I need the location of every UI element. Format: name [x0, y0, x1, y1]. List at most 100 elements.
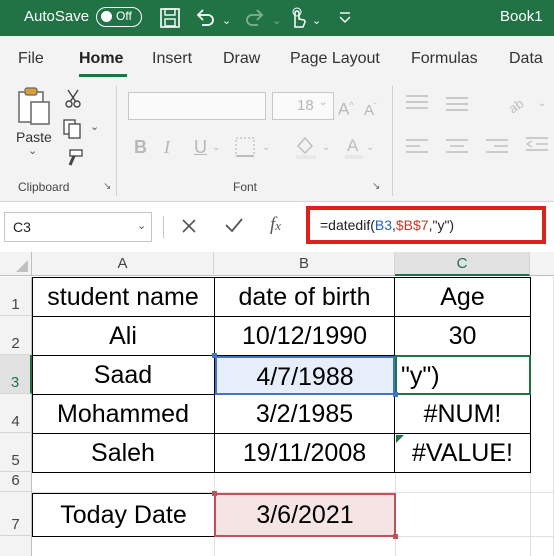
cell-b7[interactable]: 3/6/2021 — [214, 493, 396, 537]
font-color-dropdown-icon[interactable]: ⌄ — [366, 142, 374, 153]
tab-page-layout[interactable]: Page Layout — [290, 50, 380, 68]
underline-button[interactable]: U — [194, 136, 207, 158]
paste-label: Paste — [16, 129, 52, 145]
cell-a2[interactable]: Ali — [32, 317, 215, 356]
tab-draw[interactable]: Draw — [223, 50, 260, 68]
decrease-indent-icon[interactable] — [524, 136, 550, 158]
column-header-c[interactable]: C — [395, 252, 530, 276]
decrease-font-icon[interactable]: Aˇ — [364, 96, 377, 122]
row-header-3[interactable]: 3 — [0, 355, 32, 394]
paste-button[interactable]: Paste ⌄ — [12, 84, 56, 164]
cell-c4[interactable]: #NUM! — [395, 395, 531, 434]
paste-icon — [18, 87, 50, 125]
undo-icon[interactable] — [194, 7, 216, 27]
fill-color-icon[interactable] — [294, 134, 318, 160]
row-header-2[interactable]: 2 — [0, 316, 32, 355]
enter-icon[interactable] — [224, 216, 244, 234]
align-middle-icon[interactable] — [444, 94, 470, 114]
cell-b4[interactable]: 3/2/1985 — [215, 395, 395, 434]
tab-insert[interactable]: Insert — [152, 50, 192, 68]
formula-bar-divider — [163, 216, 164, 238]
row-header-7[interactable]: 7 — [0, 492, 32, 536]
font-launcher-icon[interactable]: ↘ — [372, 181, 380, 192]
range-handle[interactable] — [212, 353, 217, 358]
formula-suffix: ,"y") — [428, 217, 455, 233]
format-painter-icon[interactable] — [64, 148, 84, 168]
orientation-dropdown-icon[interactable]: ⌄ — [538, 98, 546, 109]
tab-home[interactable]: Home — [79, 50, 123, 68]
touch-dropdown-icon[interactable]: ⌄ — [312, 10, 321, 32]
customize-toolbar-icon[interactable] — [338, 12, 352, 24]
toggle-knob — [101, 11, 112, 22]
row-header-6[interactable]: 6 — [0, 472, 32, 492]
underline-dropdown-icon[interactable]: ⌄ — [212, 142, 220, 153]
autosave-label: AutoSave — [24, 8, 90, 25]
font-size-value: 18 — [297, 97, 314, 114]
borders-icon[interactable] — [234, 136, 258, 158]
gridline — [214, 536, 215, 556]
tab-formulas[interactable]: Formulas — [411, 50, 478, 68]
font-name-box[interactable] — [128, 92, 266, 120]
cell-a3[interactable]: Saad — [32, 356, 215, 395]
tab-file[interactable]: File — [18, 50, 44, 68]
copy-dropdown-icon[interactable]: ⌄ — [90, 120, 99, 133]
range-handle[interactable] — [393, 534, 398, 539]
range-handle[interactable] — [393, 392, 398, 397]
ribbon-separator — [116, 86, 117, 196]
cell-c5[interactable]: #VALUE! — [395, 434, 531, 473]
error-indicator-icon — [396, 435, 404, 443]
cell-a4[interactable]: Mohammed — [32, 395, 215, 434]
name-box[interactable]: C3 ⌄ — [4, 212, 152, 242]
align-right-icon[interactable] — [484, 138, 510, 158]
touch-mode-icon[interactable] — [288, 7, 308, 29]
tab-data[interactable]: Data — [509, 50, 543, 68]
fill-color-dropdown-icon[interactable]: ⌄ — [322, 142, 330, 153]
column-header-b[interactable]: B — [214, 252, 395, 276]
cell-b2[interactable]: 10/12/1990 — [215, 317, 395, 356]
row-header-8[interactable] — [0, 536, 32, 556]
cut-icon[interactable] — [64, 88, 82, 108]
clipboard-launcher-icon[interactable]: ↘ — [103, 181, 111, 192]
cell-a1[interactable]: student name — [32, 278, 215, 317]
row-header-1[interactable]: 1 — [0, 277, 32, 316]
font-size-box[interactable]: 18 ⌄ — [272, 92, 334, 120]
column-header-d[interactable] — [530, 252, 554, 276]
redo-icon[interactable] — [244, 7, 266, 27]
cell-c3[interactable]: "y") — [395, 355, 531, 395]
cell-a5[interactable]: Saleh — [32, 434, 215, 473]
cell-b1[interactable]: date of birth — [215, 278, 395, 317]
redo-dropdown-icon[interactable]: ⌄ — [272, 10, 281, 32]
range-handle[interactable] — [212, 491, 217, 496]
select-all-corner[interactable] — [0, 252, 32, 276]
formula-input[interactable]: =datedif(B3,$B$7,"y") — [306, 206, 546, 244]
increase-font-icon[interactable]: A^ — [338, 94, 354, 121]
orientation-icon[interactable]: ab — [506, 92, 532, 114]
table-border-left — [32, 277, 33, 473]
ribbon-tabs: File Home Insert Draw Page Layout Formul… — [0, 36, 554, 78]
undo-dropdown-icon[interactable]: ⌄ — [222, 10, 231, 32]
align-top-icon[interactable] — [404, 94, 430, 114]
align-center-icon[interactable] — [444, 138, 470, 158]
align-left-icon[interactable] — [404, 138, 430, 158]
bold-button[interactable]: B — [134, 136, 147, 158]
cell-a7[interactable]: Today Date — [32, 493, 215, 537]
autosave-toggle[interactable]: Off — [96, 7, 142, 27]
row-header-5[interactable]: 5 — [0, 433, 32, 472]
italic-button[interactable]: I — [164, 136, 170, 158]
cancel-icon[interactable] — [180, 217, 198, 235]
row-header-4[interactable]: 4 — [0, 394, 32, 433]
cell-b3[interactable]: 4/7/1988 — [215, 356, 395, 395]
ribbon: Paste ⌄ ⌄ Clipboard ↘ 18 ⌄ A^ Aˇ B I U ⌄… — [0, 78, 554, 202]
copy-icon[interactable] — [62, 118, 84, 140]
column-header-a[interactable]: A — [32, 252, 214, 276]
font-color-icon[interactable]: A — [344, 134, 364, 160]
gridline — [214, 472, 215, 492]
cell-c1[interactable]: Age — [395, 278, 531, 317]
cell-c2[interactable]: 30 — [395, 317, 531, 356]
borders-dropdown-icon[interactable]: ⌄ — [262, 142, 270, 153]
save-icon[interactable] — [160, 8, 180, 28]
cell-b5[interactable]: 19/11/2008 — [215, 434, 395, 473]
insert-function-icon[interactable]: fx — [270, 214, 281, 236]
svg-text:ab: ab — [506, 96, 526, 114]
workbook-title: Book1 — [500, 8, 543, 25]
